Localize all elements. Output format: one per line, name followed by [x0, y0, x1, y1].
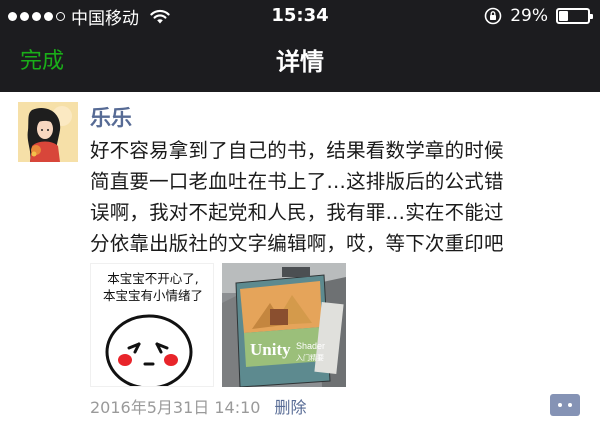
post-meta: 2016年5月31日 14:10 删除 — [90, 395, 306, 417]
comment-dot-icon — [558, 403, 562, 407]
book-cover-tag: 入门精要 — [296, 353, 324, 362]
comment-dot-icon — [568, 403, 572, 407]
page-title: 详情 — [276, 48, 324, 76]
comment-button[interactable] — [550, 394, 580, 416]
avatar-illustration — [18, 102, 78, 162]
avatar[interactable] — [18, 102, 78, 162]
book-cover-subtitle: Shader — [296, 341, 325, 351]
rotation-lock-icon — [484, 7, 502, 25]
username[interactable]: 乐乐 — [90, 102, 132, 132]
battery-icon — [556, 8, 593, 24]
book-photo-illustration: Unity Shader 入门精要 — [222, 263, 346, 387]
battery-nub — [590, 14, 593, 19]
post-image-meme[interactable]: 本宝宝不开心了, 本宝宝有小情绪了 — [90, 263, 214, 387]
post-image-book[interactable]: Unity Shader 入门精要 — [222, 263, 346, 387]
sad-face-icon — [105, 314, 193, 386]
battery-fill — [559, 11, 568, 21]
status-right: 29% — [484, 0, 593, 32]
book-cover-title: Unity — [250, 340, 291, 359]
timestamp: 2016年5月31日 14:10 — [90, 398, 261, 417]
nav-bar: 完成 详情 — [0, 32, 600, 92]
battery-percent: 29% — [510, 6, 548, 26]
status-bar: 中国移动 15:34 29% — [0, 0, 600, 32]
delete-button[interactable]: 删除 — [274, 394, 306, 418]
post-text: 好不容易拿到了自己的书，结果看数学章的时候 简直要一口老血吐在书上了…这排版后的… — [90, 139, 504, 255]
moment-post: 乐乐 好不容易拿到了自己的书，结果看数学章的时候 简直要一口老血吐在书上了…这排… — [0, 92, 600, 426]
